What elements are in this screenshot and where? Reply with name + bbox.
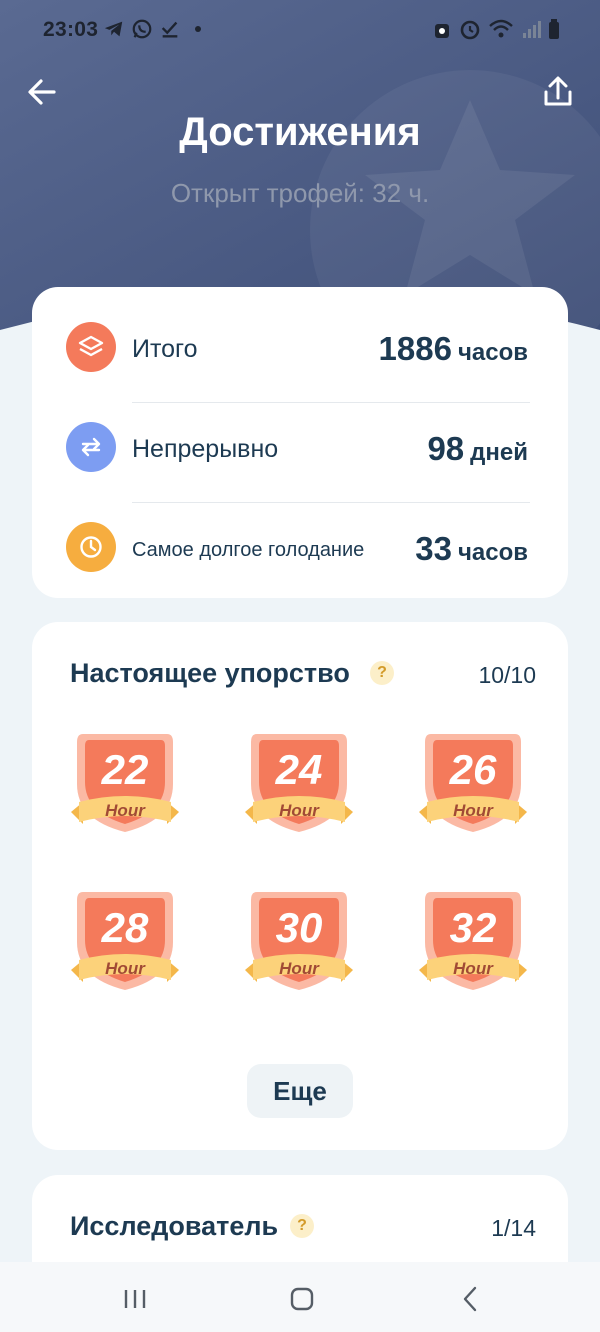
badge-22-hour[interactable]: 22 Hour bbox=[69, 730, 181, 838]
badge-number: 24 bbox=[275, 746, 323, 793]
achievement-count: 1/14 bbox=[491, 1215, 536, 1241]
badge-24-hour[interactable]: 24 Hour bbox=[243, 730, 355, 838]
stat-value: 33 часов bbox=[415, 530, 528, 568]
badge-number: 28 bbox=[101, 904, 149, 951]
stat-number: 33 bbox=[415, 530, 452, 567]
badge-number: 26 bbox=[449, 746, 497, 793]
stat-number: 1886 bbox=[378, 330, 452, 367]
checkmark-icon bbox=[161, 21, 178, 38]
stat-number: 98 bbox=[427, 430, 465, 467]
help-icon[interactable]: ? bbox=[370, 661, 394, 685]
notification-icons bbox=[103, 18, 201, 40]
badge-30-hour[interactable]: 30 Hour bbox=[243, 888, 355, 996]
telegram-icon bbox=[104, 21, 123, 37]
alarm-icon bbox=[460, 20, 480, 40]
badge-26-hour[interactable]: 26 Hour bbox=[417, 730, 529, 838]
repeat-icon bbox=[66, 422, 116, 472]
stat-unit: дней bbox=[470, 439, 528, 466]
achievement-count: 10/10 bbox=[478, 662, 536, 688]
battery-icon bbox=[549, 19, 559, 39]
stat-unit: часов bbox=[457, 539, 528, 566]
stat-value: 98 дней bbox=[427, 430, 528, 468]
wifi-icon bbox=[489, 19, 513, 38]
stat-row-total: Итого 1886 часов bbox=[32, 292, 568, 392]
achievements-card: Настоящее упорство ? 10/10 22 Hour 24 Ho… bbox=[32, 622, 568, 1150]
stat-row-longest: Самое долгое голодание 33 часов bbox=[32, 492, 568, 592]
share-button[interactable] bbox=[538, 72, 578, 112]
page-title: Достижения bbox=[179, 110, 421, 154]
layers-icon bbox=[66, 322, 116, 372]
back-nav-icon[interactable] bbox=[456, 1284, 486, 1314]
badge-unit: Hour bbox=[279, 801, 319, 820]
system-nav-bar bbox=[0, 1262, 600, 1332]
badge-number: 32 bbox=[449, 904, 497, 951]
status-time: 23:03 bbox=[43, 18, 99, 41]
signal-icon bbox=[523, 21, 541, 38]
trophy-subtitle: Открыт трофей: 32 ч. bbox=[170, 178, 430, 208]
badge-number: 30 bbox=[275, 904, 323, 951]
section-title: Исследователь bbox=[70, 1211, 279, 1241]
stat-row-streak: Непрерывно 98 дней bbox=[32, 392, 568, 492]
more-button[interactable]: Еще bbox=[247, 1064, 353, 1118]
stat-label: Самое долгое голодание bbox=[132, 539, 365, 561]
stat-unit: часов bbox=[457, 339, 528, 366]
badge-28-hour[interactable]: 28 Hour bbox=[69, 888, 181, 996]
badge-unit: Hour bbox=[453, 801, 493, 820]
badge-unit: Hour bbox=[279, 959, 319, 978]
system-icons bbox=[432, 18, 560, 40]
dot-icon bbox=[195, 26, 201, 32]
stat-label: Непрерывно bbox=[132, 435, 279, 463]
badge-number: 22 bbox=[101, 746, 149, 793]
help-icon[interactable]: ? bbox=[290, 1214, 314, 1238]
home-icon[interactable] bbox=[287, 1284, 317, 1314]
status-bar: 23:03 bbox=[0, 0, 600, 60]
clock-icon bbox=[66, 522, 116, 572]
badge-unit: Hour bbox=[453, 959, 493, 978]
stat-value: 1886 часов bbox=[379, 330, 528, 368]
badge-unit: Hour bbox=[105, 959, 145, 978]
recent-apps-icon[interactable] bbox=[120, 1284, 150, 1314]
back-button[interactable] bbox=[22, 72, 62, 112]
badge-32-hour[interactable]: 32 Hour bbox=[417, 888, 529, 996]
stat-label: Итого bbox=[132, 335, 198, 363]
section-title: Настоящее упорство bbox=[70, 658, 350, 688]
arrow-left-icon bbox=[28, 79, 56, 105]
share-icon bbox=[544, 76, 572, 106]
alarm-lock-icon bbox=[435, 24, 449, 38]
stats-card: Итого 1886 часов Непрерывно 98 дней Самое … bbox=[32, 287, 568, 598]
whatsapp-icon bbox=[132, 19, 152, 39]
badge-unit: Hour bbox=[105, 801, 145, 820]
